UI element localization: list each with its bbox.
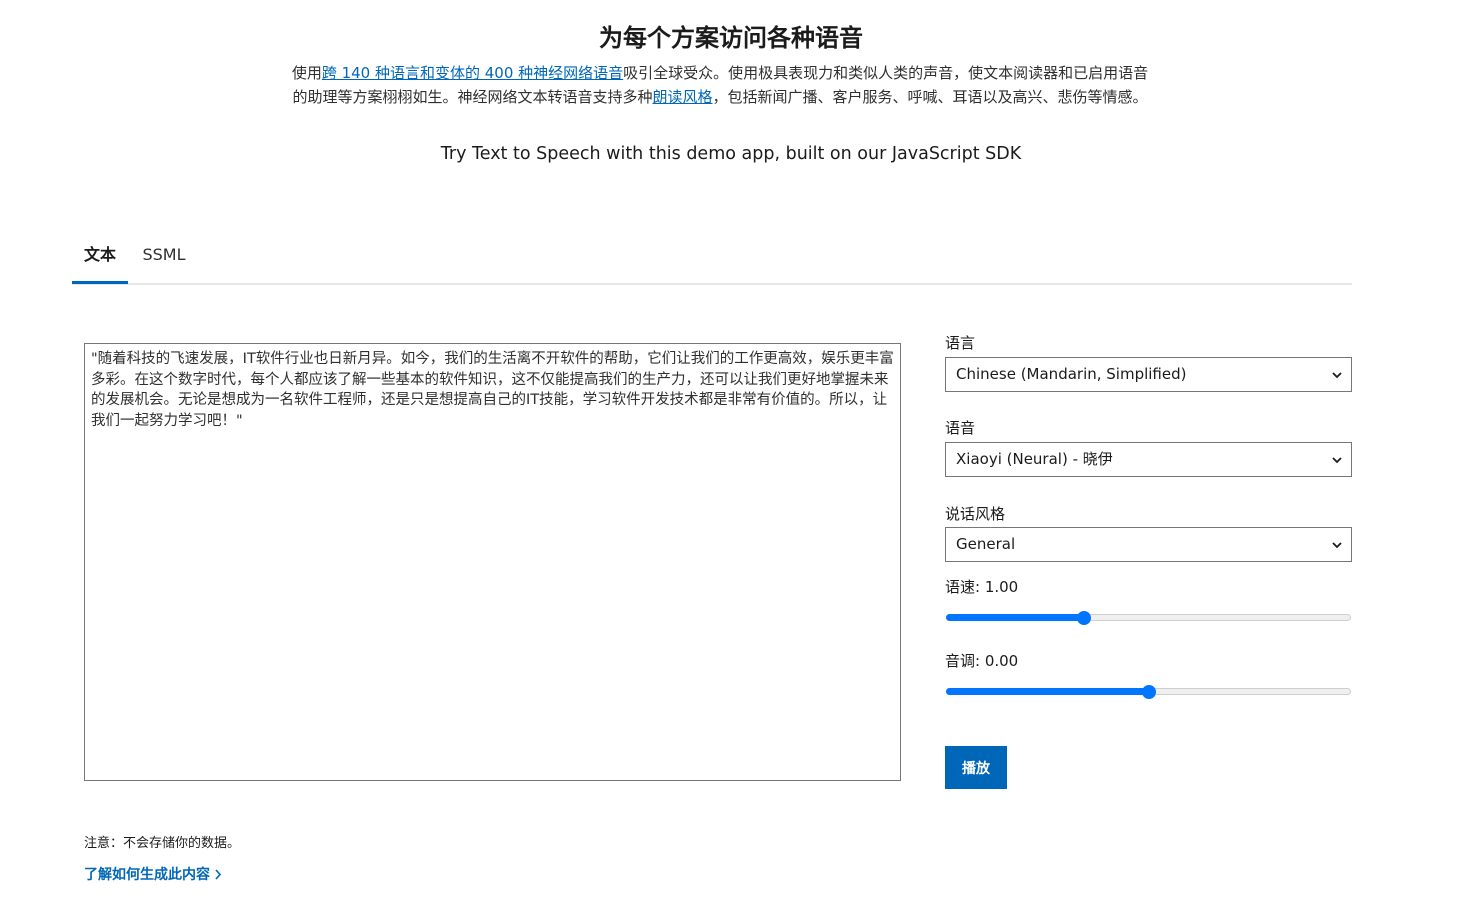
voice-select-value: Xiaoyi (Neural) - 晓伊 <box>956 450 1113 468</box>
privacy-note: 注意：不会存储你的数据。 <box>84 836 241 851</box>
tab-bar: 文本 SSML <box>72 236 1352 285</box>
language-select-value: Chinese (Mandarin, Simplified) <box>956 365 1187 383</box>
speaking-styles-link[interactable]: 朗读风格 <box>652 88 712 106</box>
voice-label: 语音 <box>945 419 976 437</box>
rate-slider[interactable] <box>945 610 1352 626</box>
pitch-slider[interactable] <box>945 684 1352 700</box>
voices-link[interactable]: 跨 140 种语言和变体的 400 种神经网络语音 <box>322 64 623 82</box>
desc-prefix: 使用 <box>291 64 322 82</box>
style-select[interactable]: General <box>945 527 1352 562</box>
tab-ssml[interactable]: SSML <box>136 236 192 281</box>
page-title: 为每个方案访问各种语音 <box>599 24 863 52</box>
language-select[interactable]: Chinese (Mandarin, Simplified) <box>945 357 1352 392</box>
text-input-area[interactable]: "随着科技的飞速发展，IT软件行业也日新月异。如今，我们的生活离不开软件的帮助，… <box>84 343 901 781</box>
play-button[interactable]: 播放 <box>945 746 1007 789</box>
chevron-down-icon <box>1332 457 1342 464</box>
desc-suffix: ，包括新闻广播、客户服务、呼喊、耳语以及高兴、悲伤等情感。 <box>712 88 1148 106</box>
language-label: 语言 <box>945 334 976 352</box>
learn-more-link[interactable]: 了解如何生成此内容 <box>84 864 222 884</box>
chevron-down-icon <box>1332 372 1342 379</box>
style-select-value: General <box>956 535 1016 553</box>
chevron-down-icon <box>1332 542 1342 549</box>
tab-ssml-label: SSML <box>142 245 186 264</box>
pitch-label: 音调: 0.00 <box>945 652 1019 670</box>
page-description: 使用跨 140 种语言和变体的 400 种神经网络语音吸引全球受众。使用极具表现… <box>290 61 1150 109</box>
learn-more-label: 了解如何生成此内容 <box>84 867 210 883</box>
pitch-slider-thumb[interactable] <box>1141 685 1156 699</box>
pitch-slider-fill <box>946 688 1149 695</box>
chevron-right-icon <box>215 869 222 880</box>
rate-slider-fill <box>946 614 1084 621</box>
demo-subheading: Try Text to Speech with this demo app, b… <box>440 144 1022 164</box>
tab-text[interactable]: 文本 <box>72 236 128 284</box>
style-label: 说话风格 <box>945 505 1006 523</box>
rate-slider-thumb[interactable] <box>1076 611 1091 625</box>
rate-label: 语速: 1.00 <box>945 578 1019 596</box>
tab-text-label: 文本 <box>83 245 116 264</box>
voice-select[interactable]: Xiaoyi (Neural) - 晓伊 <box>945 442 1352 477</box>
active-tab-indicator <box>72 281 128 284</box>
